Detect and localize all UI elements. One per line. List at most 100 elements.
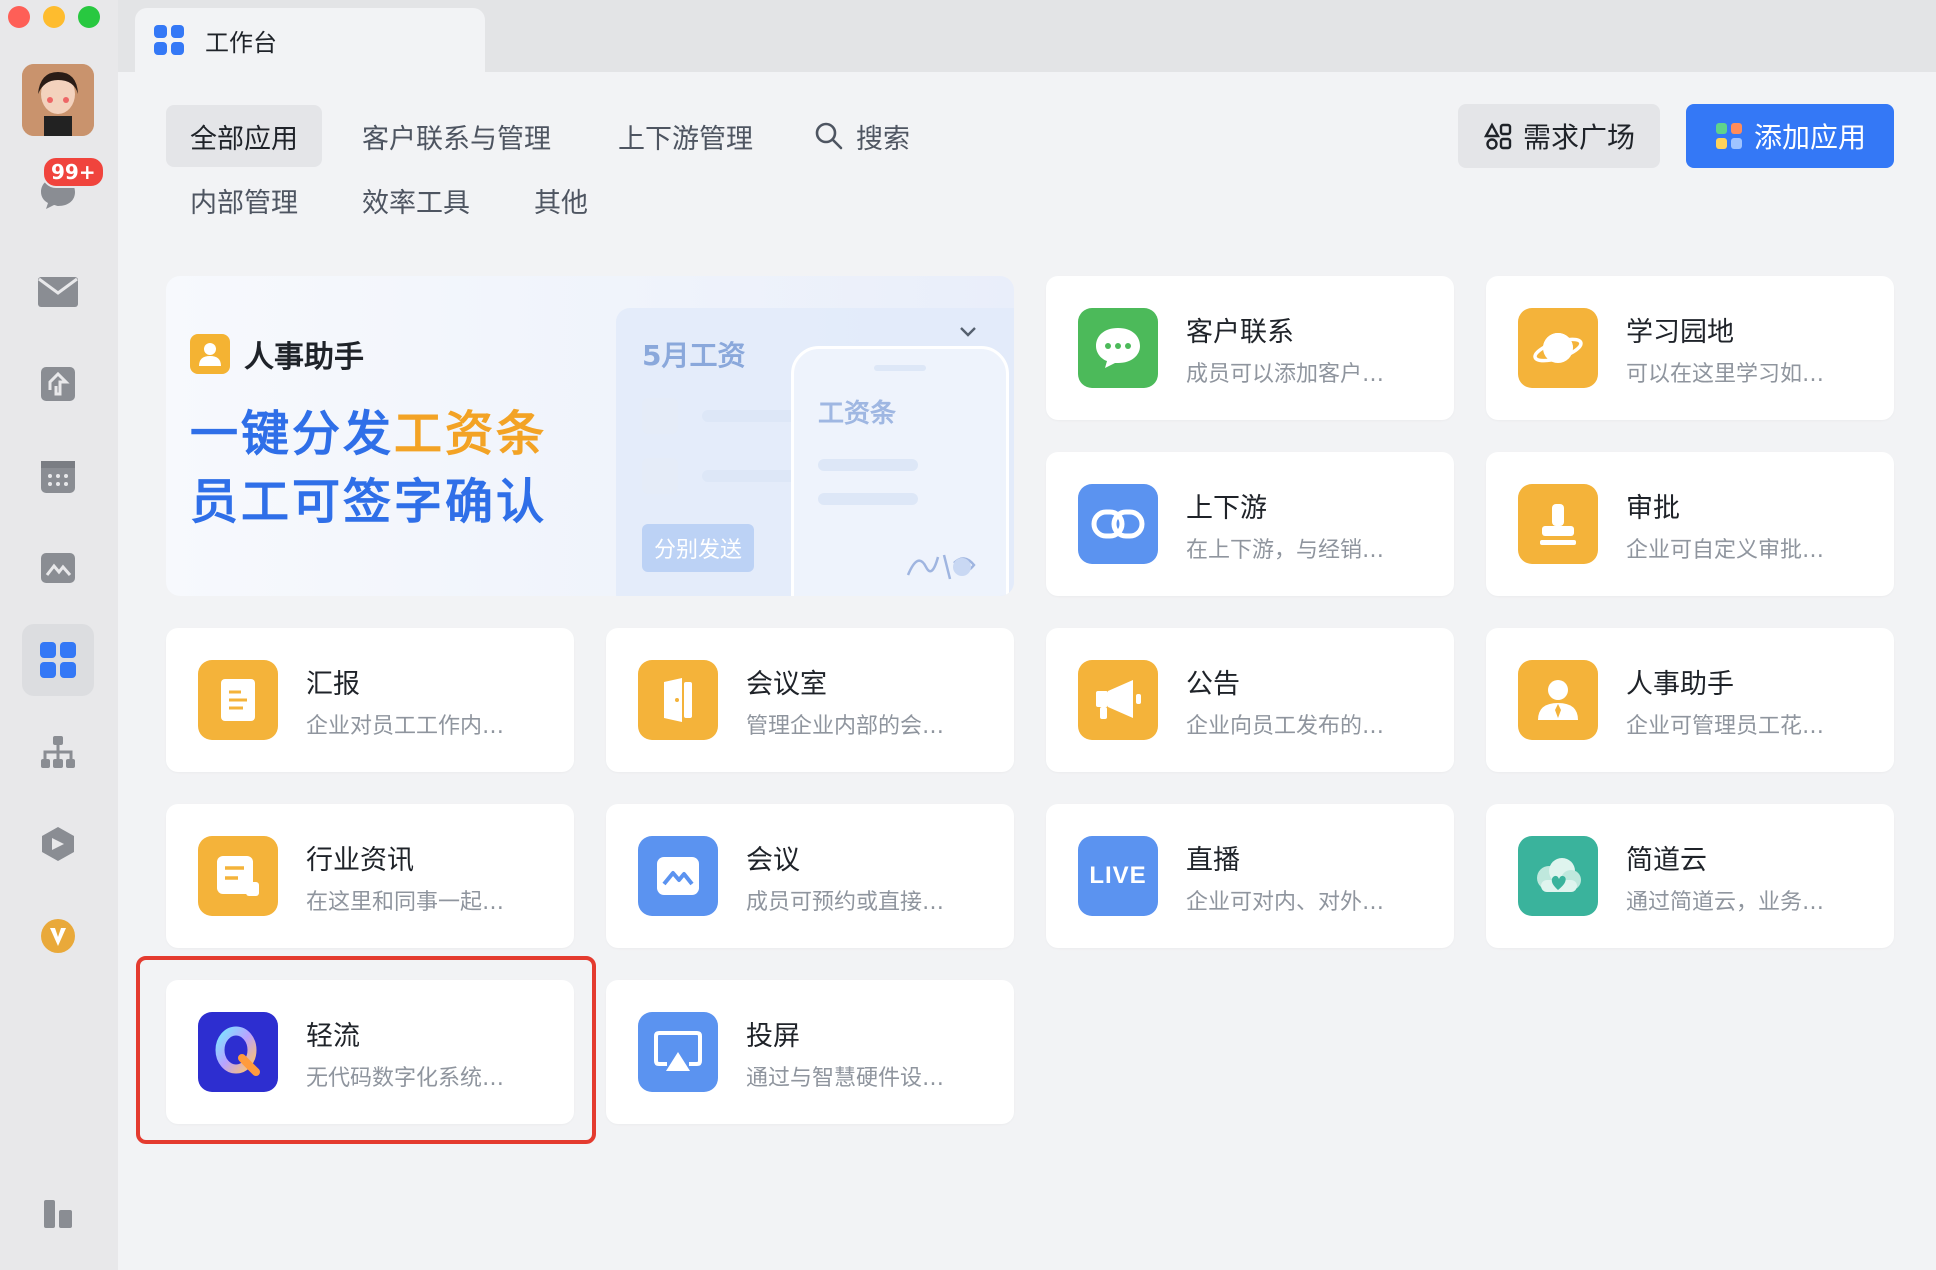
- cloud-heart-icon: [1518, 836, 1598, 916]
- send-separately-button: 分别发送: [642, 524, 755, 572]
- meeting-icon: [41, 553, 75, 583]
- card-title: 行业资讯: [306, 845, 414, 876]
- card-desc: 成员可预约或直接…: [746, 890, 945, 915]
- card-title: 简道云: [1626, 845, 1707, 876]
- colorful-apps-icon: [1715, 123, 1742, 149]
- person-icon: [1518, 660, 1598, 740]
- org-chart-icon: [41, 736, 75, 768]
- chat-bubble-icon: [1078, 308, 1158, 388]
- hr-assistant-banner[interactable]: 人事助手 一键分发工资条 员工可签字确认 5月工资 分别发送 工资条: [166, 276, 1014, 596]
- app-card-approval[interactable]: 审批 企业可自定义审批…: [1486, 452, 1894, 596]
- card-title: 会议室: [746, 669, 827, 700]
- app-card-live[interactable]: LIVE 直播 企业可对内、对外…: [1046, 804, 1454, 948]
- nav-customer-contact[interactable]: 客户联系与管理: [338, 105, 575, 167]
- banner-headline-2: 员工可签字确认: [190, 474, 548, 530]
- card-desc: 企业可管理员工花…: [1626, 714, 1825, 739]
- add-app-label: 添加应用: [1753, 121, 1866, 154]
- sidebar-item-cube[interactable]: [22, 808, 94, 880]
- app-card-industry-news[interactable]: 行业资讯 在这里和同事一起…: [166, 804, 574, 948]
- tab-workbench[interactable]: 工作台: [135, 8, 485, 72]
- card-title: 会议: [746, 845, 800, 876]
- minimize-window-button[interactable]: [43, 6, 65, 28]
- card-desc: 可以在这里学习如…: [1626, 362, 1825, 387]
- phone-mockup: 工资条: [791, 346, 1009, 596]
- window-controls: [8, 6, 100, 28]
- news-icon: [198, 836, 278, 916]
- app-card-learning-garden[interactable]: 学习园地 可以在这里学习如…: [1486, 276, 1894, 420]
- demand-plaza-button[interactable]: 需求广场: [1458, 104, 1660, 168]
- unread-badge: 99+: [42, 156, 105, 188]
- nav-internal-management[interactable]: 内部管理: [166, 169, 322, 231]
- search-icon: [815, 122, 843, 150]
- placeholder-square: [642, 458, 678, 494]
- app-card-meeting-room[interactable]: 会议室 管理企业内部的会…: [606, 628, 1014, 772]
- app-card-announcement[interactable]: 公告 企业向员工发布的…: [1046, 628, 1454, 772]
- app-card-hr-assistant[interactable]: 人事助手 企业可管理员工花…: [1486, 628, 1894, 772]
- apps-grid-icon: [40, 642, 76, 678]
- card-desc: 在上下游，与经销…: [1186, 538, 1385, 563]
- sidebar-item-workbench[interactable]: [22, 624, 94, 696]
- app-card-report[interactable]: 汇报 企业对员工工作内…: [166, 628, 574, 772]
- stamp-icon: [1518, 484, 1598, 564]
- card-desc: 通过与智慧硬件设…: [746, 1066, 945, 1091]
- banner-header: 人事助手: [190, 332, 364, 376]
- card-desc: 企业可对内、对外…: [1186, 890, 1385, 915]
- bar-chart-icon: [44, 1200, 72, 1228]
- app-card-meeting[interactable]: 会议 成员可预约或直接…: [606, 804, 1014, 948]
- sidebar-item-docs[interactable]: [22, 348, 94, 420]
- sidebar-item-meeting[interactable]: [22, 532, 94, 604]
- add-app-button[interactable]: 添加应用: [1686, 104, 1894, 168]
- sidebar-item-vip[interactable]: [22, 900, 94, 972]
- selection-highlight: [136, 956, 596, 1144]
- chevron-down-icon[interactable]: [956, 320, 980, 344]
- sidebar-item-stats[interactable]: [22, 1176, 94, 1248]
- left-sidebar: 99+: [0, 0, 118, 1270]
- card-title: 客户联系: [1186, 317, 1294, 348]
- search-label: 搜索: [856, 123, 910, 155]
- meeting-icon: [638, 836, 718, 916]
- sidebar-item-contacts[interactable]: [22, 716, 94, 788]
- card-title: 上下游: [1186, 493, 1267, 524]
- zoom-window-button[interactable]: [78, 6, 100, 28]
- nav-efficiency-tools[interactable]: 效率工具: [338, 169, 494, 231]
- panel-title: 5月工资: [642, 339, 746, 372]
- demand-plaza-label: 需求广场: [1522, 121, 1635, 154]
- apps-grid-icon: [154, 25, 184, 55]
- nav-all-apps[interactable]: 全部应用: [166, 105, 322, 167]
- cube-icon: [42, 827, 74, 861]
- card-title: 公告: [1186, 669, 1240, 700]
- app-card-screen-cast[interactable]: 投屏 通过与智慧硬件设…: [606, 980, 1014, 1124]
- avatar-image: [22, 64, 94, 136]
- card-desc: 在这里和同事一起…: [306, 890, 505, 915]
- placeholder-bar: [818, 459, 918, 471]
- app-card-supply-chain[interactable]: 上下游 在上下游，与经销…: [1046, 452, 1454, 596]
- placeholder-square: [642, 398, 678, 434]
- card-title: 学习园地: [1626, 317, 1734, 348]
- placeholder-bar: [818, 493, 918, 505]
- sidebar-item-messages[interactable]: 99+: [22, 156, 105, 228]
- card-desc: 企业对员工工作内…: [306, 714, 505, 739]
- app-card-jiandaoyun[interactable]: 简道云 通过简道云，业务…: [1486, 804, 1894, 948]
- report-document-icon: [198, 660, 278, 740]
- tab-bar: 工作台: [118, 0, 1936, 72]
- nav-other[interactable]: 其他: [510, 169, 612, 231]
- card-desc: 成员可以添加客户…: [1186, 362, 1385, 387]
- person-icon: [190, 334, 230, 374]
- card-desc: 企业可自定义审批…: [1626, 538, 1825, 563]
- app-card-customer-contact[interactable]: 客户联系 成员可以添加客户…: [1046, 276, 1454, 420]
- nav-supply-chain[interactable]: 上下游管理: [594, 105, 777, 167]
- phone-title: 工资条: [818, 399, 897, 429]
- close-window-button[interactable]: [8, 6, 30, 28]
- avatar[interactable]: [22, 64, 94, 136]
- door-icon: [638, 660, 718, 740]
- sidebar-item-mail[interactable]: [22, 256, 94, 328]
- planet-icon: [1518, 308, 1598, 388]
- live-icon-text: LIVE: [1089, 862, 1147, 889]
- screen-cast-icon: [638, 1012, 718, 1092]
- sidebar-item-calendar[interactable]: [22, 440, 94, 512]
- demand-plaza-icon: [1483, 122, 1512, 150]
- document-arrow-icon: [41, 367, 75, 401]
- card-desc: 企业向员工发布的…: [1186, 714, 1385, 739]
- nav-search[interactable]: 搜索: [790, 105, 934, 167]
- card-title: 审批: [1626, 493, 1680, 524]
